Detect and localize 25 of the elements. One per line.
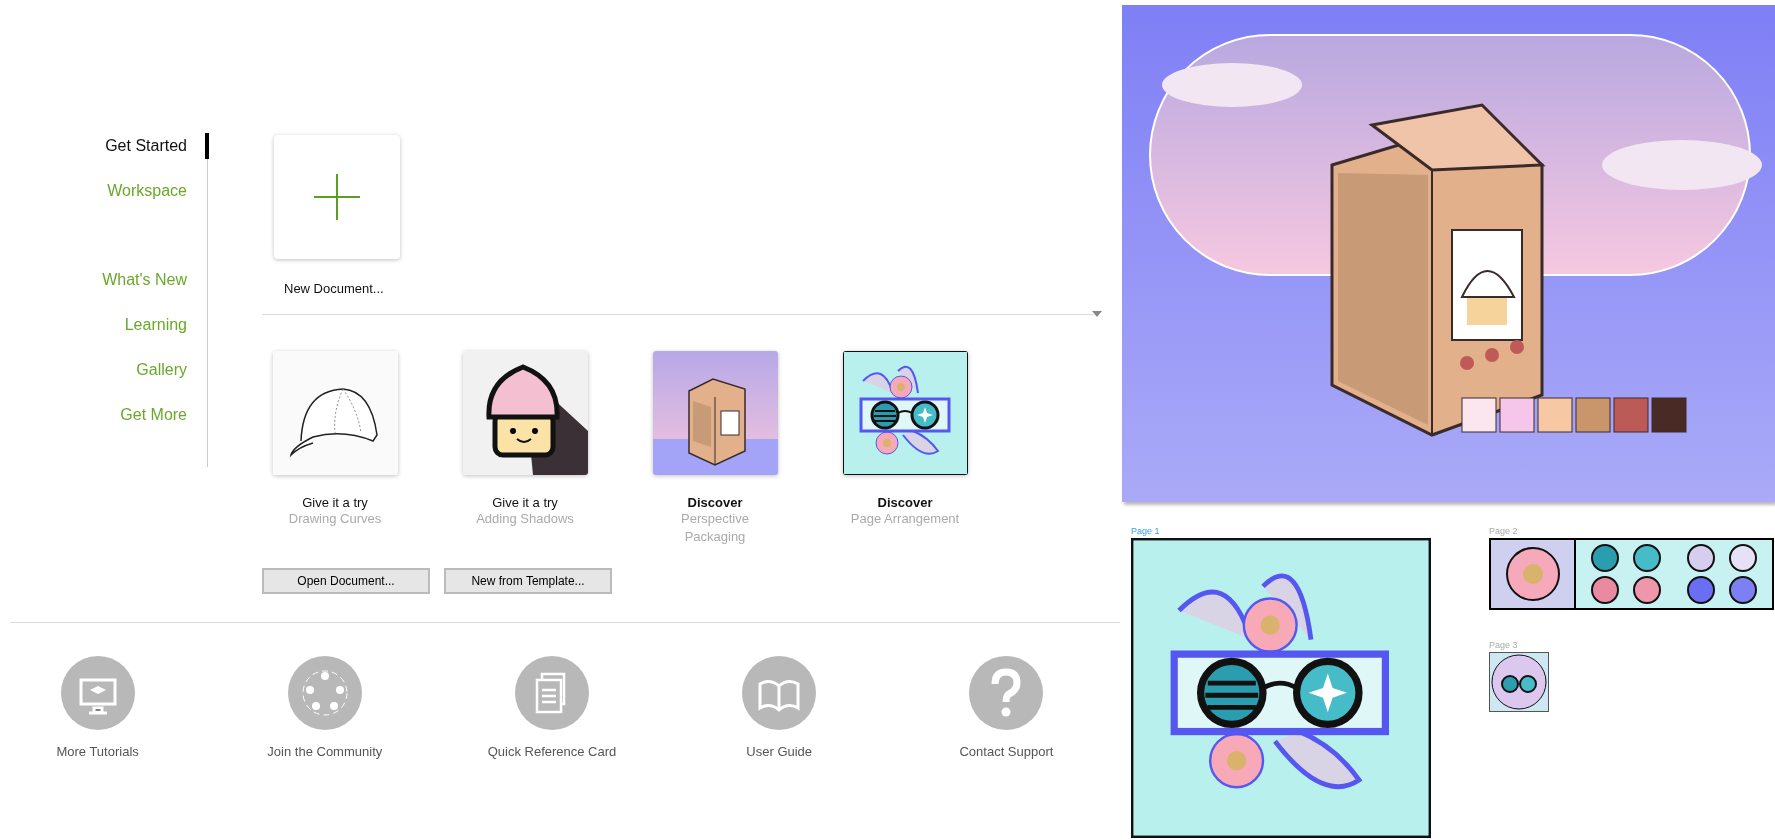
monitor-icon <box>60 656 135 730</box>
tile-title: Discover <box>877 495 933 510</box>
tile-title: Give it a try <box>492 495 558 510</box>
badge-drawing <box>1489 652 1549 712</box>
tile-title: Give it a try <box>302 495 368 510</box>
people-icon <box>287 656 362 730</box>
tile-title: Discover <box>687 495 743 510</box>
document-icon <box>515 656 589 730</box>
caret-icon[interactable] <box>1092 311 1102 317</box>
book-icon <box>742 656 817 730</box>
resource-link[interactable]: User Guide <box>665 656 893 759</box>
tile-subtitle: Page Arrangement <box>849 510 961 528</box>
tile-subtitle: Drawing Curves <box>287 510 383 528</box>
resource-link[interactable]: More Tutorials <box>0 656 212 759</box>
resource-link[interactable]: Join the Community <box>211 656 439 759</box>
help-icon <box>969 656 1044 730</box>
resource-link[interactable]: Contact Support <box>892 656 1120 759</box>
tile-subtitle: Adding Shadows <box>475 510 575 528</box>
nav-item[interactable]: Get Started <box>105 133 209 159</box>
tile-subtitle: Perspective Packaging <box>680 510 750 546</box>
document-button[interactable]: New from Template... <box>444 568 612 594</box>
new-document-label: New Document... <box>284 281 385 296</box>
plus-icon <box>314 174 360 220</box>
document-button[interactable]: Open Document... <box>262 568 430 594</box>
resource-link[interactable]: Quick Reference Card <box>438 656 666 759</box>
